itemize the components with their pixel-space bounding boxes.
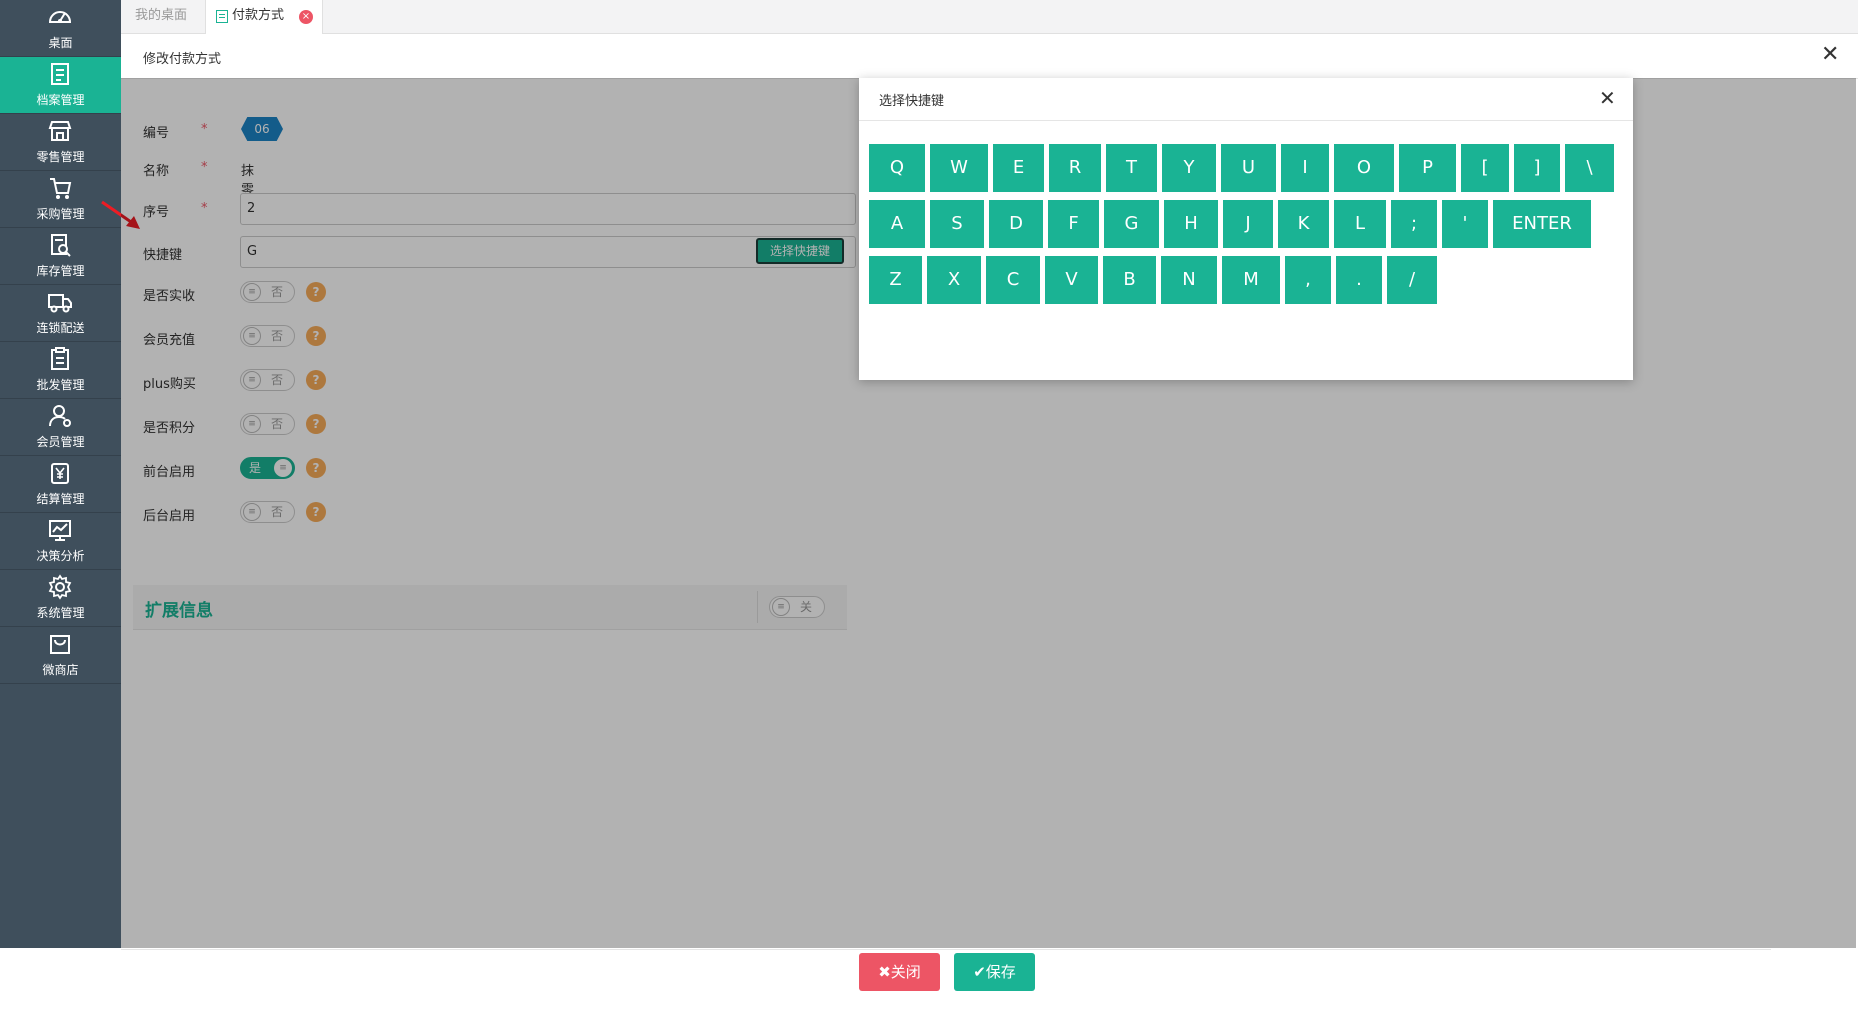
sidebar-item-label: 库存管理 (36, 264, 85, 278)
key-slash[interactable]: / (1387, 256, 1437, 304)
archive-icon (51, 63, 69, 85)
sidebar-item-label: 连锁配送 (36, 321, 85, 335)
key-e[interactable]: E (993, 144, 1044, 192)
keyboard-close-icon[interactable]: ✕ (1599, 88, 1616, 108)
sidebar-item-inventory[interactable]: 库存管理 (0, 228, 121, 285)
shop-bag-icon (50, 635, 70, 654)
modal-title: 修改付款方式 (143, 52, 222, 67)
key-b[interactable]: B (1103, 256, 1156, 304)
sidebar-item-settlement[interactable]: 结算管理 (0, 456, 121, 513)
sidebar-item-analysis[interactable]: 决策分析 (0, 513, 121, 570)
key-j[interactable]: J (1223, 200, 1273, 248)
tab-label: 付款方式 (232, 8, 285, 23)
key-right-bracket[interactable]: ] (1514, 144, 1560, 192)
key-x[interactable]: X (927, 256, 981, 304)
sidebar-item-wholesale[interactable]: 批发管理 (0, 342, 121, 399)
chart-icon (49, 520, 71, 541)
key-i[interactable]: I (1281, 144, 1329, 192)
key-semicolon[interactable]: ; (1391, 200, 1437, 248)
key-m[interactable]: M (1222, 256, 1280, 304)
sidebar-item-label: 系统管理 (36, 606, 85, 620)
key-n[interactable]: N (1161, 256, 1217, 304)
gear-icon (48, 574, 72, 600)
close-button[interactable]: ✖关闭 (859, 953, 940, 991)
key-d[interactable]: D (989, 200, 1043, 248)
key-quote[interactable]: ' (1442, 200, 1488, 248)
document-icon (216, 10, 228, 23)
key-v[interactable]: V (1045, 256, 1098, 304)
close-tab-icon[interactable]: × (299, 10, 313, 24)
sidebar-item-label: 批发管理 (36, 378, 85, 392)
key-backslash[interactable]: \ (1565, 144, 1614, 192)
shortcut-keyboard-dialog: 选择快捷键 ✕ Q W E R T Y U I O P [ ] \ A S D … (859, 78, 1633, 380)
modal-close-icon[interactable]: ✕ (1821, 44, 1839, 66)
key-k[interactable]: K (1278, 200, 1329, 248)
key-u[interactable]: U (1221, 144, 1276, 192)
key-h[interactable]: H (1164, 200, 1218, 248)
key-period[interactable]: . (1336, 256, 1382, 304)
sidebar: 桌面 档案管理 零售管理 采购管理 库存管理 连锁配送 批发管理 会员管理 结算… (0, 0, 121, 948)
sidebar-item-label: 微商店 (42, 663, 79, 677)
key-c[interactable]: C (986, 256, 1040, 304)
key-left-bracket[interactable]: [ (1461, 144, 1509, 192)
key-a[interactable]: A (869, 200, 925, 248)
key-t[interactable]: T (1106, 144, 1157, 192)
sidebar-item-system[interactable]: 系统管理 (0, 570, 121, 627)
key-r[interactable]: R (1049, 144, 1101, 192)
key-comma[interactable]: , (1285, 256, 1331, 304)
tab-payment-method[interactable]: 付款方式 × (205, 0, 323, 34)
store-icon (48, 121, 72, 141)
settlement-icon (51, 463, 69, 484)
inventory-icon (51, 234, 71, 257)
save-button[interactable]: ✔保存 (954, 953, 1035, 991)
sidebar-item-desktop[interactable]: 桌面 (0, 0, 121, 57)
keyboard-dialog-header: 选择快捷键 ✕ (859, 78, 1633, 121)
member-icon (49, 405, 71, 427)
sidebar-item-label: 零售管理 (36, 150, 85, 164)
key-q[interactable]: Q (869, 144, 925, 192)
sidebar-item-member[interactable]: 会员管理 (0, 399, 121, 456)
keyboard-dialog-title: 选择快捷键 (879, 94, 945, 109)
key-s[interactable]: S (930, 200, 984, 248)
wholesale-icon (51, 347, 69, 370)
truck-icon (48, 294, 72, 313)
sidebar-item-label: 档案管理 (36, 93, 85, 107)
footer-divider (121, 949, 1771, 950)
sidebar-item-label: 桌面 (48, 36, 73, 50)
key-enter[interactable]: ENTER (1493, 200, 1591, 248)
key-f[interactable]: F (1048, 200, 1099, 248)
sidebar-item-distribution[interactable]: 连锁配送 (0, 285, 121, 342)
sidebar-item-retail[interactable]: 零售管理 (0, 114, 121, 171)
modal-header: 修改付款方式 ✕ (121, 34, 1858, 79)
sidebar-item-label: 结算管理 (36, 492, 85, 506)
key-y[interactable]: Y (1162, 144, 1216, 192)
key-p[interactable]: P (1399, 144, 1456, 192)
dashboard-icon (48, 11, 72, 23)
key-o[interactable]: O (1334, 144, 1394, 192)
key-g[interactable]: G (1104, 200, 1159, 248)
sidebar-item-label: 决策分析 (36, 549, 85, 563)
key-l[interactable]: L (1334, 200, 1386, 248)
key-z[interactable]: Z (869, 256, 922, 304)
cart-icon (50, 178, 72, 199)
sidebar-item-microshop[interactable]: 微商店 (0, 627, 121, 684)
sidebar-item-label: 会员管理 (36, 435, 85, 449)
tab-my-desktop[interactable]: 我的桌面 (121, 0, 201, 33)
key-w[interactable]: W (930, 144, 988, 192)
tab-bar: 我的桌面 付款方式 × (121, 0, 1858, 34)
sidebar-item-archive[interactable]: 档案管理 (0, 57, 121, 114)
